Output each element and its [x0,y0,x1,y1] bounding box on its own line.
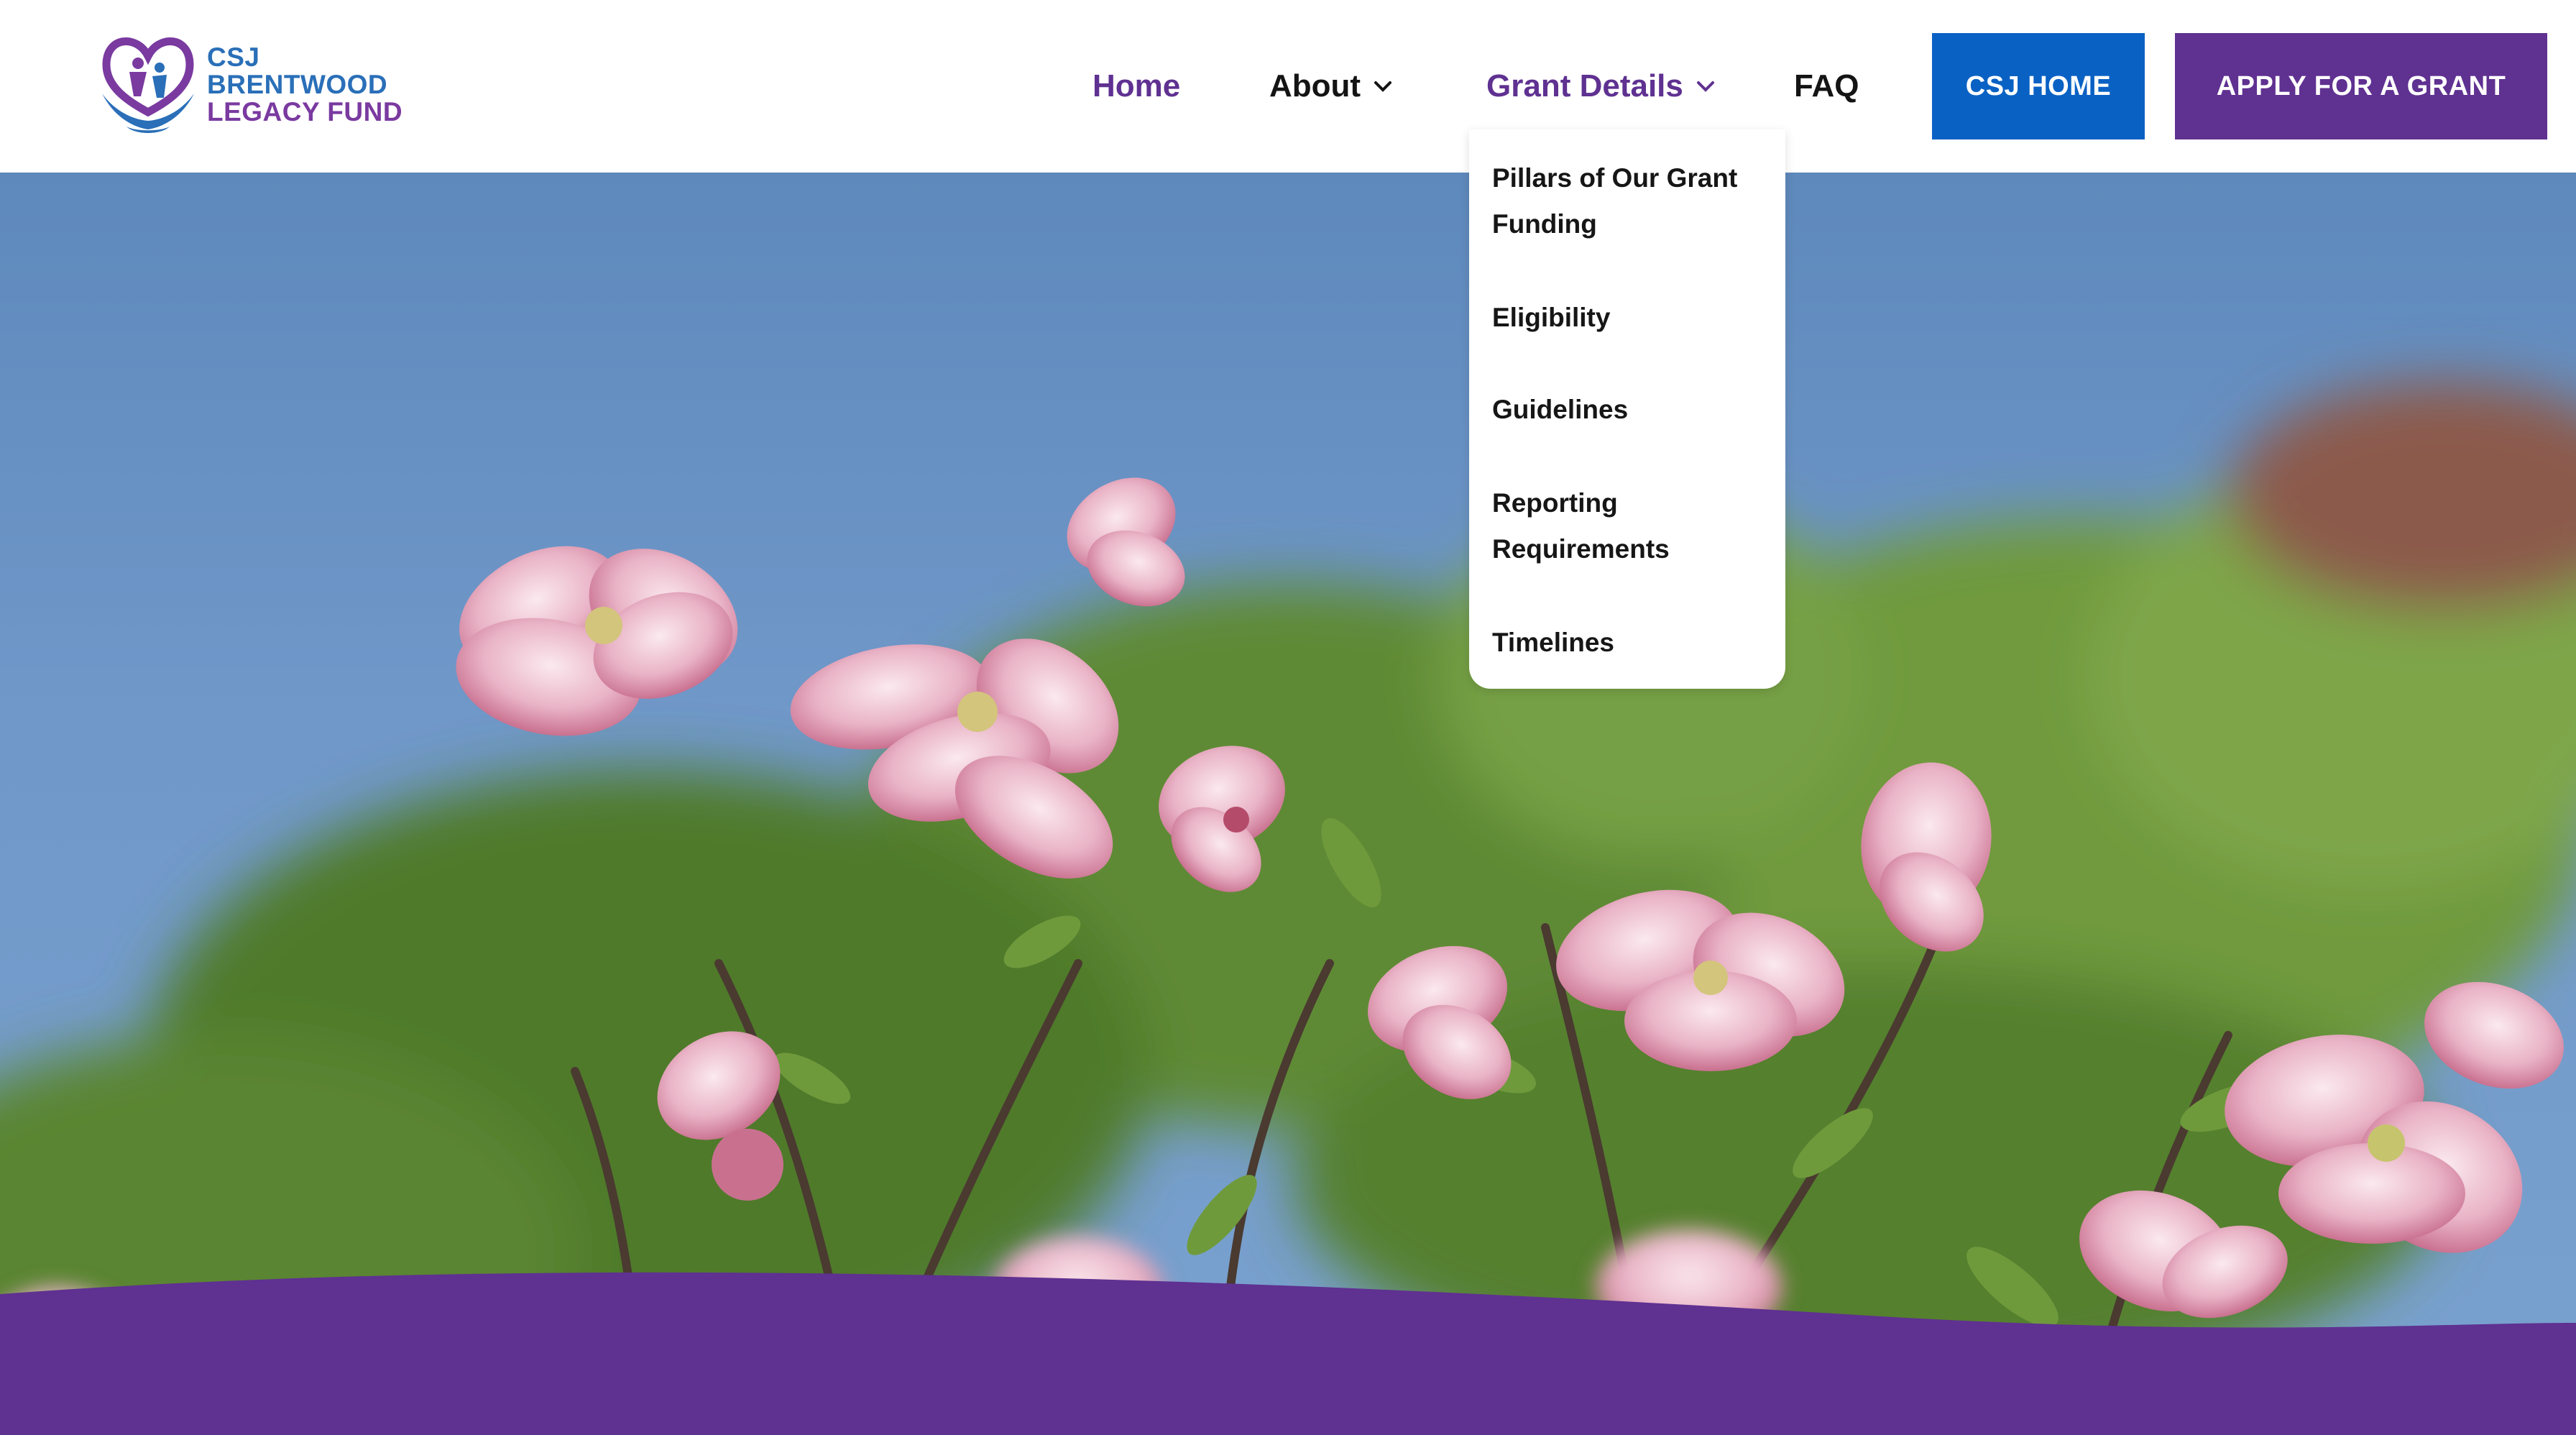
purple-wave-divider [0,1272,2576,1435]
nav-grant-details[interactable]: Grant Details [1486,66,1715,106]
dropdown-item-eligibility[interactable]: Eligibility [1492,295,1765,341]
chevron-down-icon [1374,81,1392,92]
nav-about[interactable]: About [1269,66,1392,106]
nav-faq[interactable]: FAQ [1794,66,1859,106]
apply-for-grant-button[interactable]: APPLY FOR A GRANT [2175,33,2547,139]
nav-about-label: About [1269,68,1361,104]
nav-grant-details-label: Grant Details [1486,68,1683,104]
dropdown-item-pillars[interactable]: Pillars of Our Grant Funding [1492,155,1765,247]
csj-home-button[interactable]: CSJ HOME [1932,33,2145,139]
logo-line-1: CSJ [207,42,260,72]
site-logo[interactable]: CSJ BRENTWOOD LEGACY FUND [98,27,402,142]
grant-details-dropdown: Pillars of Our Grant Funding Eligibility… [1469,129,1785,689]
logo-wordmark: CSJ BRENTWOOD LEGACY FUND [207,44,402,126]
dropdown-item-guidelines[interactable]: Guidelines [1492,387,1765,433]
dropdown-item-reporting[interactable]: Reporting Requirements [1492,480,1765,572]
dropdown-item-timelines[interactable]: Timelines [1492,620,1765,666]
chevron-down-icon [1696,81,1714,92]
nav-home[interactable]: Home [1092,66,1180,106]
logo-line-3: LEGACY FUND [207,97,403,127]
dogwood-flowers-illustration [0,381,2576,1435]
logo-line-2: BRENTWOOD [207,70,388,99]
site-header: CSJ BRENTWOOD LEGACY FUND Home About Gra… [0,0,2576,173]
heart-hands-icon [102,37,194,133]
hero-image [0,173,2576,1435]
